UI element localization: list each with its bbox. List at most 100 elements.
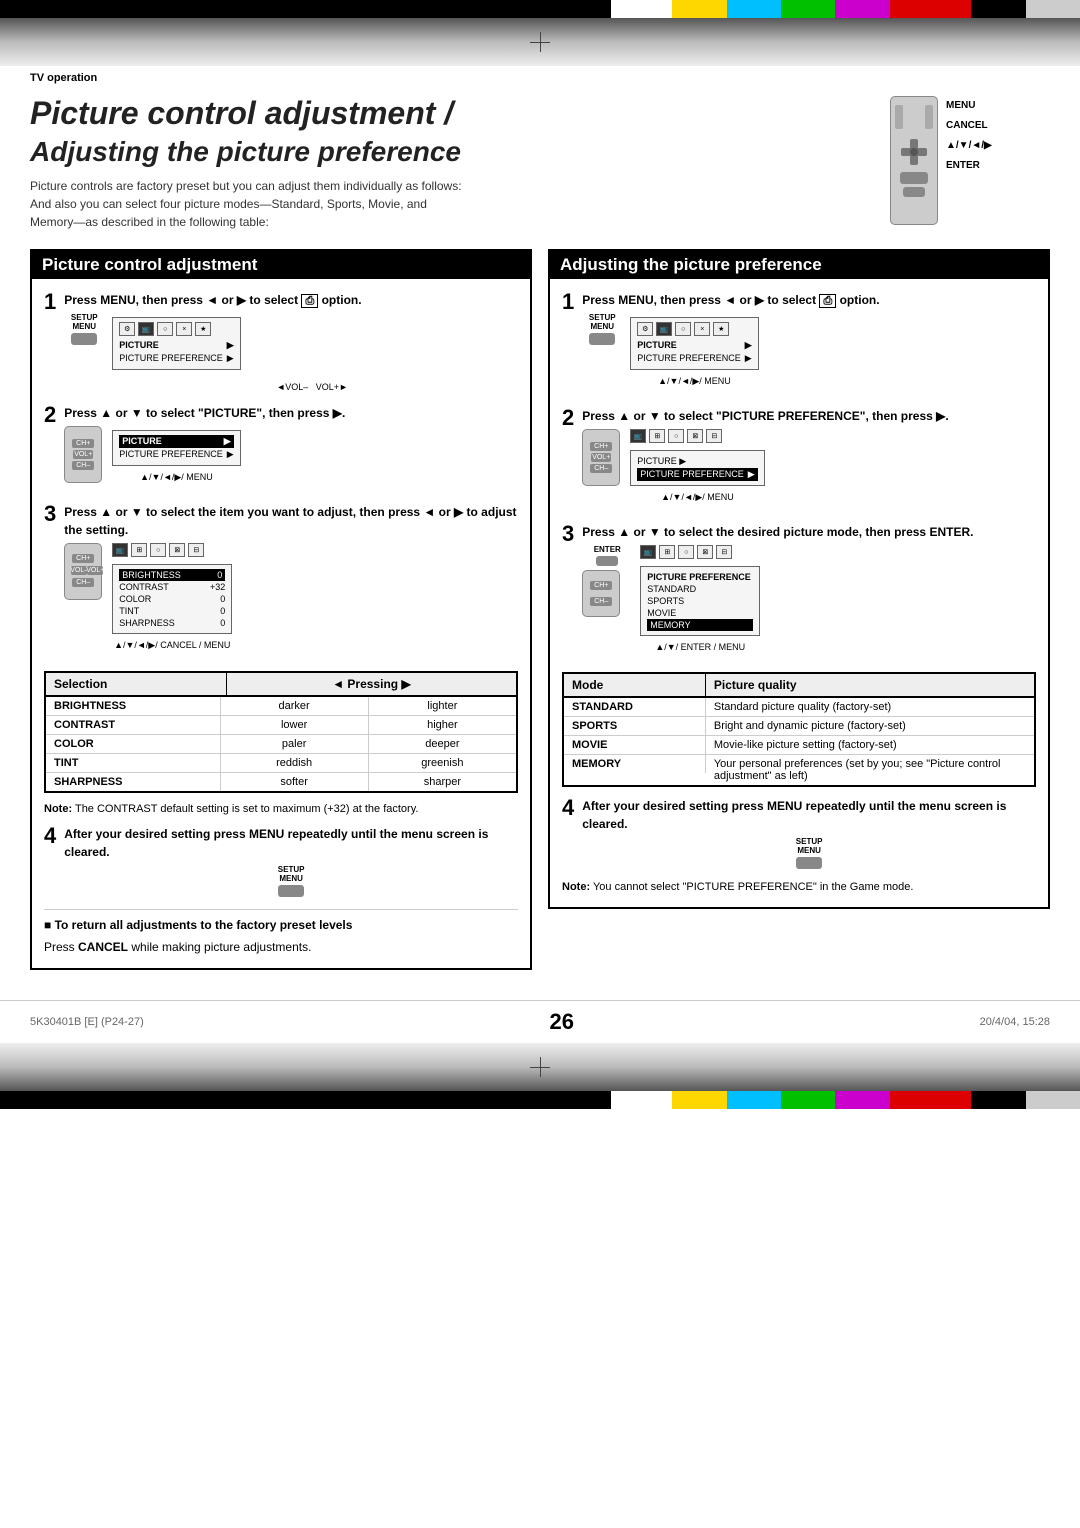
sel-row-brightness: BRIGHTNESS darker lighter <box>46 697 516 716</box>
step-num-2-right: 2 <box>562 407 574 429</box>
step1-screen-right-wrap: ⚙ 📺 ○ × ★ PICTURE PICTURE PREFERENCE ▲/▼… <box>630 313 758 387</box>
page-footer: 5K30401B [E] (P24-27) 26 20/4/04, 15:28 <box>0 1000 1080 1043</box>
screen-pref-row: PICTURE PREFERENCE <box>119 352 233 365</box>
left-step-2: 2 Press ▲ or ▼ to select "PICTURE", then… <box>44 404 518 491</box>
step-4-text-left: After your desired setting press MENU re… <box>64 825 518 861</box>
sel-brightness-left: darker <box>221 697 369 715</box>
sel-tint-left: reddish <box>221 754 369 772</box>
r-ch-minus: CH– <box>590 464 612 473</box>
left-col-header: Picture control adjustment <box>32 251 530 279</box>
r2-icon-5: ⊟ <box>706 429 722 443</box>
icon-settings: ⚙ <box>119 322 135 336</box>
step-2-content-right: Press ▲ or ▼ to select "PICTURE PREFEREN… <box>582 407 1036 511</box>
step3-ch-minus: CH– <box>72 578 94 587</box>
step-3-visual-left: CH+ VOL– VOL+ CH– 📺 <box>64 543 518 651</box>
footer-part-number: 5K30401B [E] (P24-27) <box>30 1016 144 1028</box>
selection-header: Selection ◄ Pressing ▶ <box>46 673 516 697</box>
step-num-1: 1 <box>44 291 56 313</box>
note-text: The CONTRAST default setting is set to m… <box>75 803 418 815</box>
r-picture: PICTURE <box>637 339 751 352</box>
mode-standard-desc: Standard picture quality (factory-set) <box>706 698 1034 716</box>
step3-icon-2: ⊞ <box>131 543 147 557</box>
color-row: COLOR0 <box>119 593 225 605</box>
right-note: Note: You cannot select "PICTURE PREFERE… <box>562 881 1036 893</box>
tv-operation-label: TV operation <box>0 66 1080 86</box>
r-ch-plus: CH+ <box>590 442 612 451</box>
step2-nav-right: ▲/▼/◄/▶/ MENU <box>630 492 764 503</box>
step-num-4-left: 4 <box>44 825 56 847</box>
mode-header: Mode Picture quality <box>564 674 1034 698</box>
page-title-subtitle: Adjusting the picture preference <box>30 135 870 169</box>
bottom-note-text: ■ To return all adjustments to the facto… <box>44 918 352 932</box>
step3-ch-plus: CH+ <box>72 554 94 563</box>
desc-line1: Picture controls are factory preset but … <box>30 179 462 193</box>
crosshair-icon <box>530 32 550 52</box>
r2-icon-4: ⊠ <box>687 429 703 443</box>
sharpness-row: SHARPNESS0 <box>119 617 225 629</box>
step2-nav-left: ▲/▼/◄/▶/ MENU <box>112 472 240 483</box>
r3-memory: MEMORY <box>647 619 753 631</box>
sel-row-contrast: CONTRAST lower higher <box>46 716 516 735</box>
step1-screen-right: ⚙ 📺 ○ × ★ PICTURE PICTURE PREFERENCE <box>630 317 758 370</box>
r3-ch-minus: CH– <box>590 597 612 606</box>
left-column: Picture control adjustment 1 Press MENU,… <box>30 249 532 971</box>
icon-star: ★ <box>195 322 211 336</box>
right-step-3: 3 Press ▲ or ▼ to select the desired pic… <box>562 523 1036 660</box>
sel-col1-header: Selection <box>46 673 227 695</box>
step2-remote-right: CH+ VOL+ CH– <box>582 429 622 486</box>
left-step-4: 4 After your desired setting press MENU … <box>44 825 518 897</box>
right-step-4: 4 After your desired setting press MENU … <box>562 797 1036 869</box>
step2-remote-left: CH+ VOL+ CH– <box>64 426 104 483</box>
step2-screen-left: PICTURE PICTURE PREFERENCE <box>112 430 240 466</box>
step3-icon-5: ⊟ <box>188 543 204 557</box>
step-4-content-left: After your desired setting press MENU re… <box>64 825 518 897</box>
cancel-label: CANCEL <box>946 116 992 136</box>
step3-screen-right-wrap: 📺 ⊞ ○ ⊠ ⊟ PICTURE PREFERENCE STANDARD SP… <box>640 545 760 652</box>
step-num-1-right: 1 <box>562 291 574 313</box>
sel-sharpness-label: SHARPNESS <box>46 773 221 791</box>
mode-movie-desc: Movie-like picture setting (factory-set) <box>706 736 1034 754</box>
step3-icon-1: 📺 <box>112 543 128 557</box>
r3-ch-plus: CH+ <box>590 581 612 590</box>
mode-table: Mode Picture quality STANDARD Standard p… <box>562 672 1036 787</box>
step3-screen-wrapper: 📺 ⊞ ○ ⊠ ⊟ BRIGHTNESS0 <box>112 543 232 651</box>
sel-row-sharpness: SHARPNESS softer sharper <box>46 773 516 791</box>
step3-remote-right-body: CH+ CH– <box>582 570 620 617</box>
step-2-content-left: Press ▲ or ▼ to select "PICTURE", then p… <box>64 404 518 491</box>
mode-memory-desc: Your personal preferences (set by you; s… <box>706 755 1034 785</box>
r3-icon-2: ⊞ <box>659 545 675 559</box>
page-title-main: Picture control adjustment / <box>30 96 870 131</box>
sel-col2-header: ◄ Pressing ▶ <box>227 673 516 695</box>
sel-brightness-right: lighter <box>369 697 516 715</box>
r2-icon-2: ⊞ <box>649 429 665 443</box>
right-col-header: Adjusting the picture preference <box>550 251 1048 279</box>
bottom-note-left: ■ To return all adjustments to the facto… <box>44 909 518 932</box>
mode-sports-desc: Bright and dynamic picture (factory-set) <box>706 717 1034 735</box>
title-text: Picture control adjustment / Adjusting t… <box>30 96 870 231</box>
step3-icon-3: ○ <box>150 543 166 557</box>
mode-row-standard: STANDARD Standard picture quality (facto… <box>564 698 1034 717</box>
r3-icon-3: ○ <box>678 545 694 559</box>
sel-sharpness-right: sharper <box>369 773 516 791</box>
mode-col1-header: Mode <box>564 674 706 696</box>
step3-nav-left: ▲/▼/◄/▶/ CANCEL / MENU <box>112 640 232 651</box>
footer-date: 20/4/04, 15:28 <box>980 1016 1050 1028</box>
step-1-content-right: Press MENU, then press ◄ or ▶ to select … <box>582 291 1036 396</box>
r-icon-3: ○ <box>675 322 691 336</box>
sel-contrast-left: lower <box>221 716 369 734</box>
step-3-visual-right: ENTER CH+ CH– � <box>582 545 1036 652</box>
screen-picture-row: PICTURE <box>119 339 233 352</box>
page-number: 26 <box>549 1009 573 1035</box>
step2-screen-right: PICTURE ▶ PICTURE PREFERENCE <box>630 450 764 486</box>
mode-row-sports: SPORTS Bright and dynamic picture (facto… <box>564 717 1034 736</box>
step1-screen-left: ⚙ 📺 ○ × ★ PICTURE PICTURE PREFERENCE <box>112 317 240 370</box>
step-3-text-right: Press ▲ or ▼ to select the desired pictu… <box>582 523 1036 541</box>
page-description: Picture controls are factory preset but … <box>30 177 590 231</box>
main-content: Picture control adjustment / Adjusting t… <box>0 86 1080 990</box>
r-icon-1: ⚙ <box>637 322 653 336</box>
step-4-content-right: After your desired setting press MENU re… <box>582 797 1036 869</box>
desc-line2: And also you can select four picture mod… <box>30 197 427 211</box>
step-1-visual: SETUPMENU ⚙ 📺 ○ × ★ <box>64 313 518 374</box>
r2-icon-3: ○ <box>668 429 684 443</box>
step2-screen-right-wrap: 📺 ⊞ ○ ⊠ ⊟ PICTURE ▶ PICTURE PREFERENCE ▲… <box>630 429 764 503</box>
